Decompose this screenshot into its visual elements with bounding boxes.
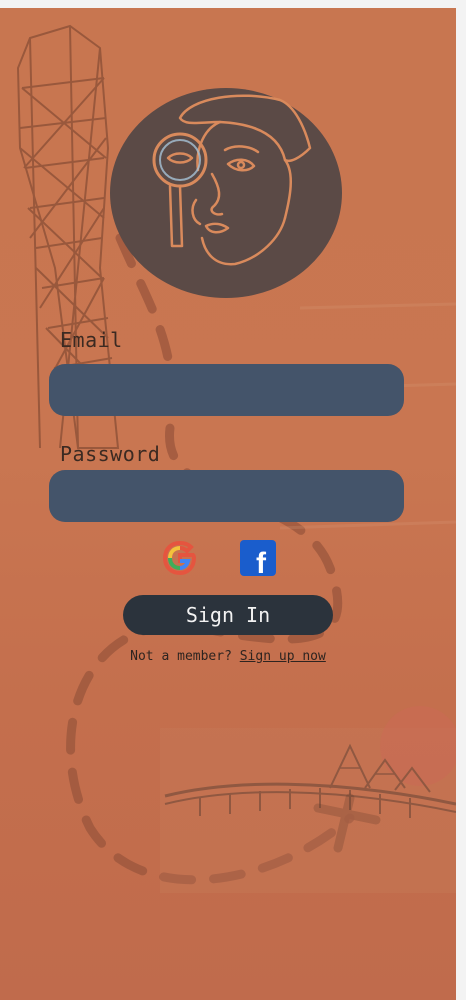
login-screen: Email Password f Sign In Not a member? S… — [0, 8, 456, 1000]
facebook-letter: f — [256, 547, 267, 578]
window-top-border — [0, 0, 466, 8]
google-signin-button[interactable] — [160, 538, 200, 578]
sign-in-button[interactable]: Sign In — [123, 595, 333, 635]
window-right-border — [456, 0, 466, 1000]
email-label: Email — [60, 328, 123, 352]
signup-prompt-text: Not a member? — [130, 649, 232, 664]
detective-face-icon — [152, 94, 312, 266]
signup-prompt: Not a member? Sign up now — [0, 649, 456, 664]
facebook-icon: f — [240, 540, 276, 580]
email-input[interactable] — [49, 364, 404, 416]
password-label: Password — [60, 442, 161, 466]
sign-up-link[interactable]: Sign up now — [240, 649, 326, 664]
app-logo — [110, 88, 342, 298]
google-icon — [162, 540, 197, 576]
bridge-sketch-icon — [160, 706, 456, 893]
facebook-signin-button[interactable]: f — [238, 538, 278, 580]
password-input[interactable] — [49, 470, 404, 522]
